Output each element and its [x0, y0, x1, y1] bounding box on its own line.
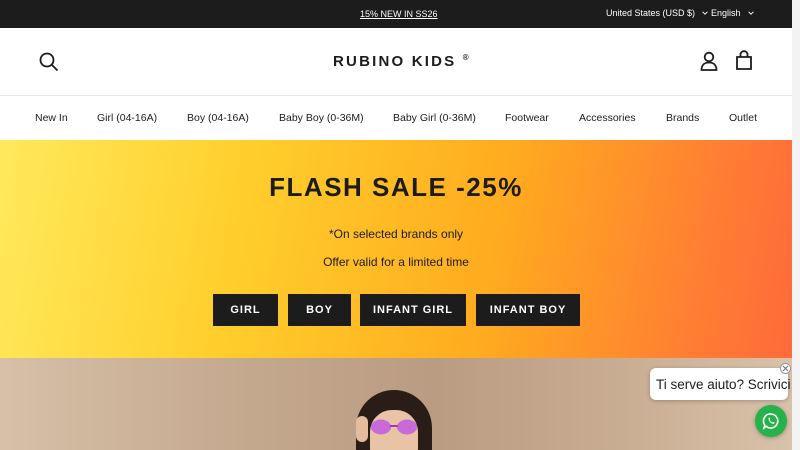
nav-item-new-in[interactable]: New In	[35, 112, 68, 124]
site-header: RUBINO KIDS ®	[0, 28, 792, 96]
nav-item-brands[interactable]: Brands	[666, 112, 699, 124]
infant-girl-button[interactable]: INFANT GIRL	[360, 294, 466, 326]
nav-item-accessories[interactable]: Accessories	[579, 112, 636, 124]
site-logo[interactable]: RUBINO KIDS ®	[333, 53, 469, 70]
chevron-down-icon	[702, 11, 708, 15]
nav-item-footwear[interactable]: Footwear	[505, 112, 549, 124]
nav-item-baby-girl[interactable]: Baby Girl (0-36M)	[393, 112, 476, 124]
photo-hand	[356, 416, 368, 442]
nav-item-outlet[interactable]: Outlet	[729, 112, 757, 124]
scrollbar[interactable]	[792, 0, 800, 450]
language-selector[interactable]: English	[711, 8, 755, 18]
cart-icon[interactable]	[733, 49, 755, 71]
currency-label: United States (USD $)	[606, 8, 696, 18]
nav-item-baby-boy[interactable]: Baby Boy (0-36M)	[279, 112, 364, 124]
sale-disclaimer: *On selected brands only	[328, 227, 464, 241]
logo-text: RUBINO KIDS	[333, 53, 457, 70]
announcement-bar: 15% NEW IN SS26 United States (USD $) En…	[0, 0, 792, 28]
flash-sale-banner: FLASH SALE -25% *On selected brands only…	[0, 140, 792, 358]
whatsapp-chat-button[interactable]	[755, 405, 787, 437]
infant-boy-button[interactable]: INFANT BOY	[476, 294, 580, 326]
logo-registered-mark: ®	[462, 53, 469, 62]
sunglasses-graphic	[371, 419, 417, 435]
close-icon[interactable]	[780, 363, 791, 374]
account-icon[interactable]	[698, 50, 720, 72]
sale-validity: Offer valid for a limited time	[323, 255, 469, 269]
nav-item-girl[interactable]: Girl (04-16A)	[97, 112, 157, 124]
language-label: English	[711, 8, 741, 18]
currency-selector[interactable]: United States (USD $)	[606, 8, 709, 18]
sale-title: FLASH SALE -25%	[269, 172, 523, 202]
promo-link[interactable]: 15% NEW IN SS26	[360, 9, 438, 19]
nav-item-boy[interactable]: Boy (04-16A)	[187, 112, 249, 124]
boy-button[interactable]: BOY	[288, 294, 351, 326]
chat-prompt-bubble[interactable]: Ti serve aiuto? Scrivici	[650, 368, 791, 400]
chevron-down-icon	[747, 11, 754, 15]
girl-button[interactable]: GIRL	[213, 294, 278, 326]
main-navigation: New In Girl (04-16A) Boy (04-16A) Baby B…	[0, 97, 792, 140]
search-icon[interactable]	[38, 51, 60, 73]
whatsapp-icon	[762, 413, 779, 430]
chat-prompt-text: Ti serve aiuto? Scrivici	[656, 376, 791, 392]
